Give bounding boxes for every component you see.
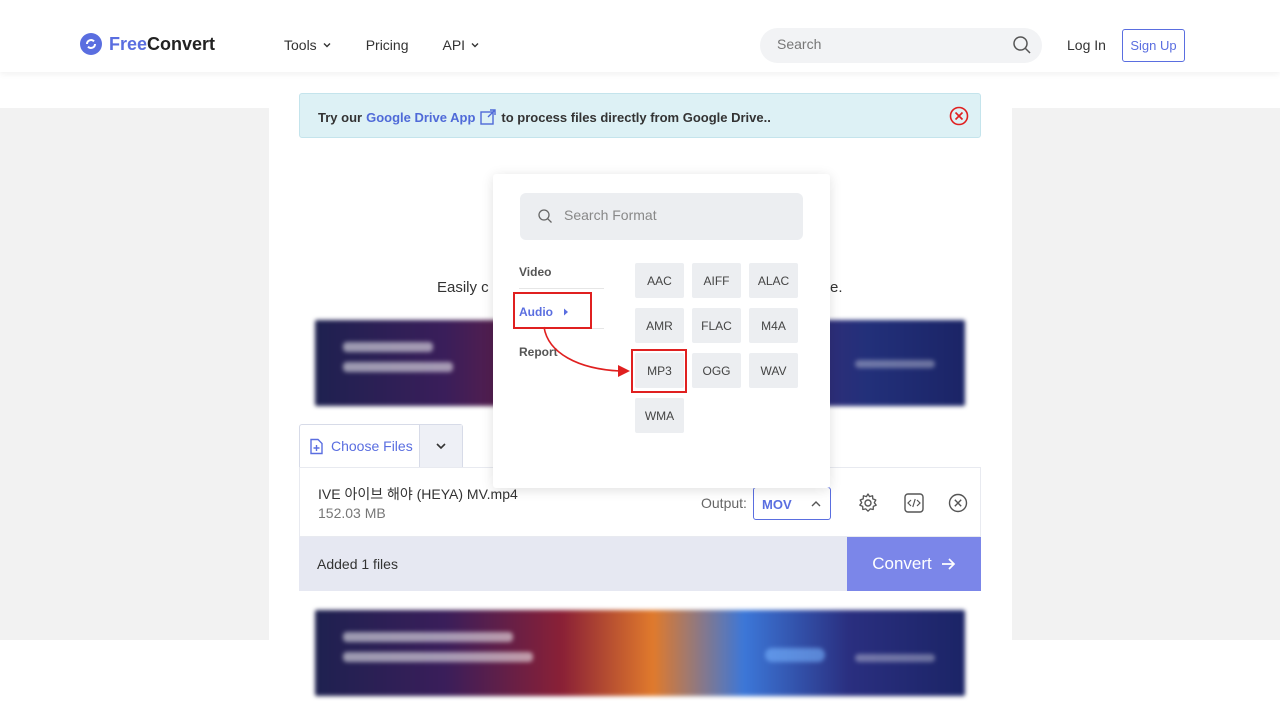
format-option[interactable]: WMA <box>635 398 684 433</box>
left-side-panel <box>0 108 269 640</box>
format-search-input[interactable] <box>564 207 784 223</box>
google-drive-app-link[interactable]: Google Drive App <box>366 110 475 125</box>
nav-tools[interactable]: Tools <box>284 37 332 53</box>
choose-files-button[interactable]: Choose Files <box>300 425 419 467</box>
output-label: Output: <box>701 495 747 511</box>
site-search[interactable] <box>760 28 1042 63</box>
format-option[interactable]: AMR <box>635 308 684 343</box>
annotation-arrow-icon <box>543 326 630 377</box>
nav-pricing[interactable]: Pricing <box>366 37 409 53</box>
chevron-up-icon <box>811 501 821 507</box>
freeconvert-logo[interactable]: Free Convert <box>80 33 215 55</box>
choose-files-group: Choose Files <box>299 424 463 467</box>
nav-tools-label: Tools <box>284 37 317 53</box>
external-link-icon[interactable] <box>479 108 497 126</box>
top-header: FreeConvert Tools Pricing API Log In Sig… <box>0 0 1280 72</box>
logo-text-free: Free <box>109 33 148 54</box>
file-size: 152.03 MB <box>318 505 386 521</box>
signup-button[interactable]: Sign Up <box>1122 29 1185 62</box>
highlight-box-mp3 <box>631 349 687 393</box>
choose-files-dropdown[interactable] <box>419 425 462 467</box>
file-name: IVE 아이브 해야 (HEYA) MV.mp4 <box>318 486 518 502</box>
embed-code-icon[interactable] <box>903 492 925 514</box>
search-icon <box>538 209 552 223</box>
format-search[interactable] <box>520 193 803 240</box>
notice-suffix: to process files directly from Google Dr… <box>501 109 771 125</box>
logo-icon <box>80 33 102 55</box>
arrow-right-icon <box>941 558 955 570</box>
search-icon[interactable] <box>1012 35 1032 55</box>
chevron-down-icon <box>436 443 446 450</box>
convert-button[interactable]: Convert <box>847 537 981 591</box>
remove-file-icon[interactable] <box>947 492 969 514</box>
category-video[interactable]: Video <box>519 265 551 279</box>
action-bar: Added 1 files Convert <box>299 537 981 591</box>
google-drive-notice: Try our Google Drive App to process file… <box>299 93 981 138</box>
output-format-select[interactable]: MOV <box>753 487 831 520</box>
main-nav: Tools Pricing API <box>284 37 514 53</box>
login-link[interactable]: Log In <box>1067 37 1106 53</box>
search-input[interactable] <box>777 36 997 52</box>
ad-banner-bottom[interactable] <box>315 610 965 696</box>
right-side-panel <box>1012 108 1280 640</box>
added-files-count: Added 1 files <box>317 556 398 572</box>
category-divider <box>519 288 604 289</box>
highlight-box-audio <box>513 292 592 329</box>
tagline-right: e. <box>830 279 843 296</box>
notice-prefix: Try our <box>318 109 363 125</box>
nav-pricing-label: Pricing <box>365 37 409 53</box>
output-format-value: MOV <box>762 497 792 512</box>
close-notice-icon[interactable] <box>949 106 969 126</box>
convert-label: Convert <box>872 554 932 573</box>
format-option[interactable]: FLAC <box>692 308 741 343</box>
notice-text: Try our Google Drive App to process file… <box>318 108 771 126</box>
settings-gear-icon[interactable] <box>857 492 879 514</box>
format-option[interactable]: AIFF <box>692 263 741 298</box>
choose-files-label: Choose Files <box>331 438 413 454</box>
nav-api-label: API <box>442 37 466 53</box>
chevron-down-icon <box>471 43 479 48</box>
format-option[interactable]: M4A <box>749 308 798 343</box>
format-option[interactable]: OGG <box>692 353 741 388</box>
format-option[interactable]: WAV <box>749 353 798 388</box>
chevron-down-icon <box>323 43 331 48</box>
tagline-left: Easily c <box>437 279 489 296</box>
format-option[interactable]: ALAC <box>749 263 798 298</box>
logo-text-convert: Convert <box>147 33 216 54</box>
format-option[interactable]: AAC <box>635 263 684 298</box>
nav-api[interactable]: API <box>442 37 480 53</box>
file-add-icon <box>310 438 323 454</box>
